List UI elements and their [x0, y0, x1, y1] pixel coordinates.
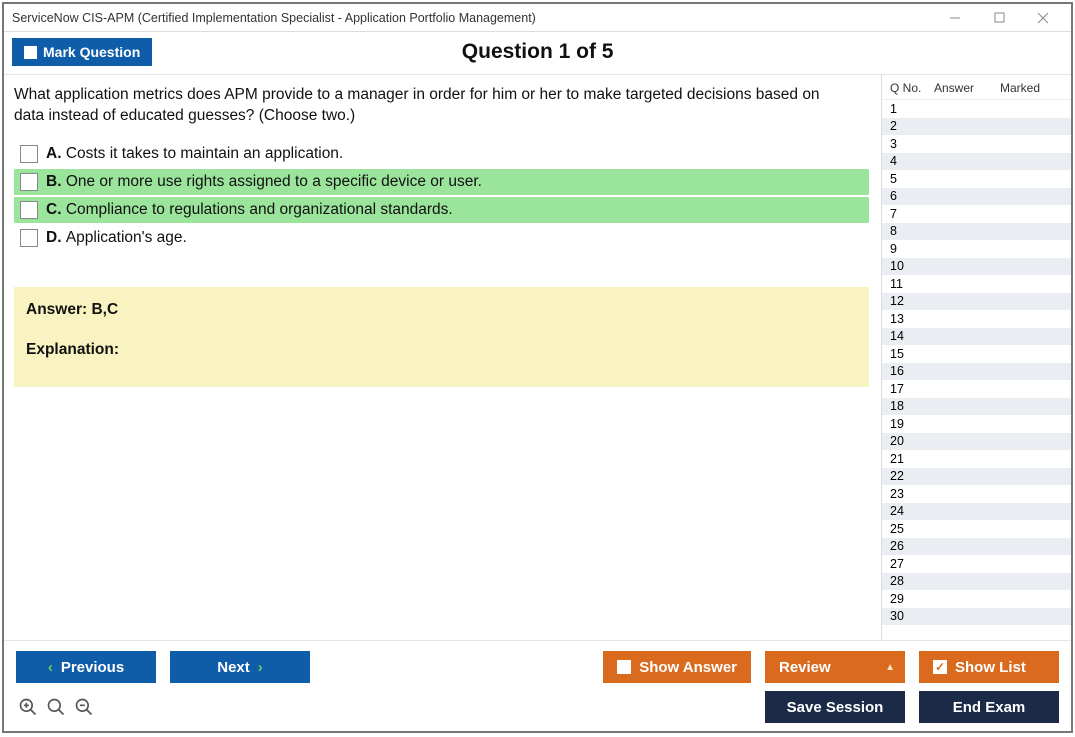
- main-area: What application metrics does APM provid…: [4, 75, 1071, 640]
- checkbox-icon[interactable]: [20, 229, 38, 247]
- title-bar: ServiceNow CIS-APM (Certified Implementa…: [4, 4, 1071, 32]
- zoom-in-icon[interactable]: [18, 697, 38, 717]
- previous-button[interactable]: ‹ Previous: [16, 651, 156, 683]
- end-exam-label: End Exam: [953, 699, 1026, 716]
- show-list-button[interactable]: ✓ Show List: [919, 651, 1059, 683]
- next-label: Next: [217, 659, 250, 676]
- list-item[interactable]: 9: [882, 240, 1071, 258]
- answer-line: Answer: B,C: [26, 301, 857, 319]
- list-item[interactable]: 15: [882, 345, 1071, 363]
- list-item[interactable]: 3: [882, 135, 1071, 153]
- col-answer: Answer: [934, 81, 1000, 95]
- maximize-button[interactable]: [977, 5, 1021, 31]
- list-item[interactable]: 19: [882, 415, 1071, 433]
- list-item[interactable]: 23: [882, 485, 1071, 503]
- list-item[interactable]: 1: [882, 100, 1071, 118]
- header-row: Mark Question Question 1 of 5: [4, 32, 1071, 75]
- question-list-header: Q No. Answer Marked: [882, 75, 1071, 100]
- choice-c[interactable]: C. Compliance to regulations and organiz…: [14, 197, 869, 223]
- footer-row-2: Save Session End Exam: [16, 691, 1059, 723]
- list-item[interactable]: 26: [882, 538, 1071, 556]
- choice-label: B. One or more use rights assigned to a …: [46, 173, 482, 191]
- question-heading: Question 1 of 5: [152, 40, 923, 64]
- col-qno: Q No.: [890, 81, 934, 95]
- next-button[interactable]: Next ›: [170, 651, 310, 683]
- question-text: What application metrics does APM provid…: [14, 85, 854, 127]
- caret-up-icon: ▲: [885, 662, 895, 673]
- checkbox-icon: [617, 660, 631, 674]
- checkbox-checked-icon: ✓: [933, 660, 947, 674]
- list-item[interactable]: 28: [882, 573, 1071, 591]
- question-list[interactable]: 1234567891011121314151617181920212223242…: [882, 100, 1071, 640]
- window-title: ServiceNow CIS-APM (Certified Implementa…: [12, 11, 933, 25]
- col-marked: Marked: [1000, 81, 1067, 95]
- minimize-button[interactable]: [933, 5, 977, 31]
- list-item[interactable]: 4: [882, 153, 1071, 171]
- footer: ‹ Previous Next › Show Answer Review ▲ ✓…: [4, 640, 1071, 731]
- list-item[interactable]: 14: [882, 328, 1071, 346]
- chevron-left-icon: ‹: [48, 659, 53, 676]
- mark-question-button[interactable]: Mark Question: [12, 38, 152, 66]
- list-item[interactable]: 25: [882, 520, 1071, 538]
- list-item[interactable]: 30: [882, 608, 1071, 626]
- checkbox-icon[interactable]: [20, 201, 38, 219]
- list-item[interactable]: 22: [882, 468, 1071, 486]
- list-item[interactable]: 17: [882, 380, 1071, 398]
- list-item[interactable]: 20: [882, 433, 1071, 451]
- previous-label: Previous: [61, 659, 124, 676]
- choice-d[interactable]: D. Application's age.: [14, 225, 869, 251]
- list-item[interactable]: 29: [882, 590, 1071, 608]
- list-item[interactable]: 27: [882, 555, 1071, 573]
- save-session-button[interactable]: Save Session: [765, 691, 905, 723]
- zoom-reset-icon[interactable]: [46, 697, 66, 717]
- list-item[interactable]: 24: [882, 503, 1071, 521]
- answer-panel: Answer: B,C Explanation:: [14, 287, 869, 387]
- app-window: ServiceNow CIS-APM (Certified Implementa…: [2, 2, 1073, 733]
- checkbox-icon[interactable]: [20, 173, 38, 191]
- list-item[interactable]: 8: [882, 223, 1071, 241]
- list-item[interactable]: 5: [882, 170, 1071, 188]
- list-item[interactable]: 6: [882, 188, 1071, 206]
- list-item[interactable]: 16: [882, 363, 1071, 381]
- list-item[interactable]: 12: [882, 293, 1071, 311]
- choice-label: C. Compliance to regulations and organiz…: [46, 201, 453, 219]
- show-answer-button[interactable]: Show Answer: [603, 651, 751, 683]
- choice-b[interactable]: B. One or more use rights assigned to a …: [14, 169, 869, 195]
- save-session-label: Save Session: [787, 699, 884, 716]
- show-list-label: Show List: [955, 659, 1026, 676]
- explanation-label: Explanation:: [26, 341, 857, 359]
- zoom-out-icon[interactable]: [74, 697, 94, 717]
- choices-list: A. Costs it takes to maintain an applica…: [14, 141, 869, 251]
- show-answer-label: Show Answer: [639, 659, 737, 676]
- review-button[interactable]: Review ▲: [765, 651, 905, 683]
- end-exam-button[interactable]: End Exam: [919, 691, 1059, 723]
- list-item[interactable]: 10: [882, 258, 1071, 276]
- list-item[interactable]: 2: [882, 118, 1071, 136]
- checkbox-icon: [24, 46, 37, 59]
- list-item[interactable]: 21: [882, 450, 1071, 468]
- close-button[interactable]: [1021, 5, 1065, 31]
- list-item[interactable]: 13: [882, 310, 1071, 328]
- list-item[interactable]: 11: [882, 275, 1071, 293]
- choice-label: D. Application's age.: [46, 229, 187, 247]
- window-controls: [933, 5, 1065, 31]
- review-label: Review: [779, 659, 831, 676]
- list-item[interactable]: 18: [882, 398, 1071, 416]
- mark-question-label: Mark Question: [43, 44, 140, 60]
- question-area: What application metrics does APM provid…: [4, 75, 881, 640]
- choice-a[interactable]: A. Costs it takes to maintain an applica…: [14, 141, 869, 167]
- question-list-panel: Q No. Answer Marked 12345678910111213141…: [881, 75, 1071, 640]
- checkbox-icon[interactable]: [20, 145, 38, 163]
- list-item[interactable]: 7: [882, 205, 1071, 223]
- footer-row-1: ‹ Previous Next › Show Answer Review ▲ ✓…: [16, 651, 1059, 683]
- choice-label: A. Costs it takes to maintain an applica…: [46, 145, 343, 163]
- chevron-right-icon: ›: [258, 659, 263, 676]
- zoom-controls: [16, 697, 94, 717]
